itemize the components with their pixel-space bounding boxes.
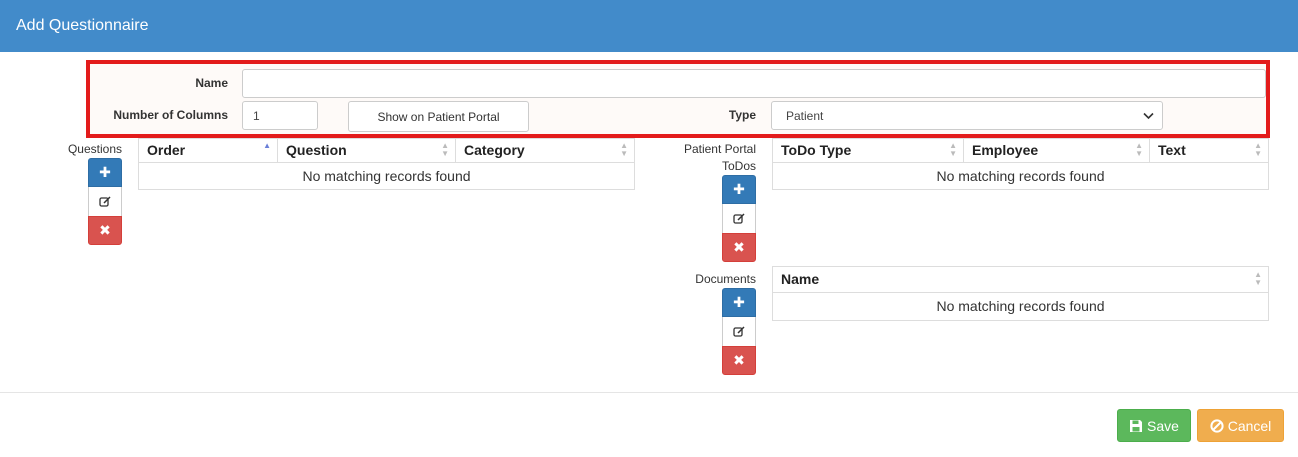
- add-document-button[interactable]: ✚: [722, 288, 756, 317]
- questions-label: Questions: [67, 142, 122, 156]
- plus-icon: ✚: [733, 294, 745, 310]
- column-header-todo-type[interactable]: ToDo Type ▲ ▼: [773, 139, 964, 162]
- todos-label-line1: Patient Portal: [683, 142, 756, 156]
- empty-message: No matching records found: [936, 168, 1105, 184]
- columns-label: Number of Columns: [113, 108, 228, 122]
- save-label: Save: [1147, 417, 1179, 434]
- add-questionnaire-modal: Add Questionnaire Name Number of Columns…: [0, 0, 1298, 457]
- sort-icon: ▲ ▼: [441, 141, 449, 158]
- column-header-name[interactable]: Name ▲ ▼: [773, 267, 1268, 292]
- todos-label-line2: ToDos: [721, 159, 756, 173]
- column-header-order[interactable]: Order ▲: [139, 139, 278, 162]
- empty-message: No matching records found: [936, 298, 1105, 314]
- edit-question-button[interactable]: [88, 187, 122, 216]
- show-on-portal-button[interactable]: Show on Patient Portal: [348, 101, 529, 132]
- delete-document-button[interactable]: ✖: [722, 346, 756, 375]
- sort-icon: ▲ ▼: [1135, 141, 1143, 158]
- questions-table: Order ▲ Question ▲ ▼ Category ▲ ▼ No match…: [138, 138, 635, 190]
- plus-icon: ✚: [733, 181, 745, 197]
- footer-divider: [0, 392, 1298, 393]
- empty-message: No matching records found: [302, 168, 471, 184]
- save-button[interactable]: Save: [1117, 409, 1191, 442]
- questions-button-group: ✚ ✖: [88, 158, 122, 245]
- add-todo-button[interactable]: ✚: [722, 175, 756, 204]
- floppy-icon: [1129, 419, 1143, 433]
- questions-table-header: Order ▲ Question ▲ ▼ Category ▲ ▼: [139, 139, 634, 163]
- times-icon: ✖: [733, 239, 745, 255]
- cancel-label: Cancel: [1227, 417, 1272, 434]
- documents-table-header: Name ▲ ▼: [773, 267, 1268, 293]
- sort-icon: ▲ ▼: [949, 141, 957, 158]
- column-header-text[interactable]: Text ▲ ▼: [1150, 139, 1268, 162]
- todos-table: ToDo Type ▲ ▼ Employee ▲ ▼ Text ▲ ▼ No matc…: [772, 138, 1269, 190]
- sort-icon: ▲ ▼: [1254, 141, 1262, 158]
- cancel-button[interactable]: Cancel: [1197, 409, 1284, 442]
- edit-icon: [99, 195, 111, 208]
- column-header-employee[interactable]: Employee ▲ ▼: [964, 139, 1150, 162]
- times-icon: ✖: [99, 222, 111, 238]
- type-select-value: Patient: [786, 108, 824, 123]
- modal-title: Add Questionnaire: [0, 0, 1298, 52]
- plus-icon: ✚: [99, 164, 111, 180]
- name-label: Name: [195, 76, 228, 90]
- type-select[interactable]: Patient: [771, 101, 1163, 130]
- add-question-button[interactable]: ✚: [88, 158, 122, 187]
- edit-todo-button[interactable]: [722, 204, 756, 233]
- column-header-category[interactable]: Category ▲ ▼: [456, 139, 634, 162]
- delete-todo-button[interactable]: ✖: [722, 233, 756, 262]
- sort-icon: ▲: [263, 141, 271, 150]
- todos-button-group: ✚ ✖: [722, 175, 756, 262]
- ban-icon: [1210, 418, 1224, 433]
- name-input[interactable]: [242, 69, 1266, 98]
- sort-icon: ▲ ▼: [620, 141, 628, 158]
- todos-table-header: ToDo Type ▲ ▼ Employee ▲ ▼ Text ▲ ▼: [773, 139, 1268, 163]
- type-label: Type: [728, 108, 756, 122]
- edit-document-button[interactable]: [722, 317, 756, 346]
- documents-button-group: ✚ ✖: [722, 288, 756, 375]
- edit-icon: [733, 212, 745, 225]
- edit-icon: [733, 325, 745, 338]
- documents-table: Name ▲ ▼ No matching records found: [772, 266, 1269, 321]
- sort-icon: ▲ ▼: [1254, 270, 1262, 287]
- times-icon: ✖: [733, 352, 745, 368]
- delete-question-button[interactable]: ✖: [88, 216, 122, 245]
- column-header-question[interactable]: Question ▲ ▼: [278, 139, 456, 162]
- columns-input[interactable]: 1: [242, 101, 318, 130]
- chevron-down-icon: [1143, 112, 1154, 119]
- documents-label: Documents: [695, 272, 756, 286]
